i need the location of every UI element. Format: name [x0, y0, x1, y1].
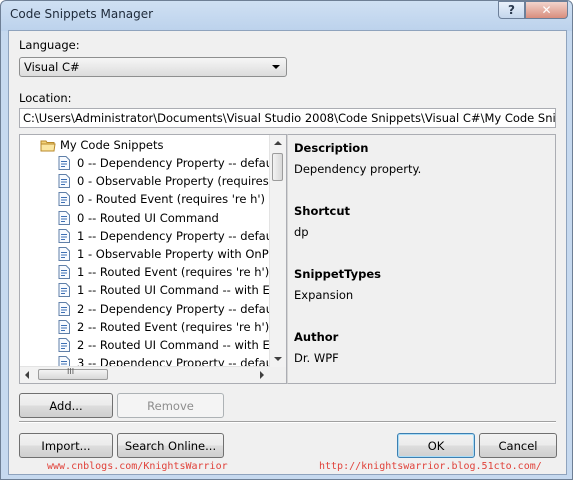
tree-item[interactable]: 0 - Observable Property (requires 'in: [58, 172, 286, 190]
remove-button[interactable]: Remove: [117, 393, 224, 418]
location-label: Location:: [19, 91, 72, 105]
description-value: Dependency property.: [294, 162, 422, 176]
watermark-right: http://knightswarrior.blog.51cto.com/: [319, 461, 542, 472]
snippet-file-icon: [58, 301, 71, 316]
tree-item-label: 2 -- Dependency Property -- default: [77, 301, 281, 316]
window-title: Code Snippets Manager: [10, 7, 154, 21]
tree-item[interactable]: 1 -- Routed Event (requires 're h') --: [58, 263, 281, 281]
tree-item[interactable]: 0 - Routed Event (requires 're h'): [58, 190, 265, 208]
search-online-button[interactable]: Search Online...: [117, 433, 224, 458]
tree-item-label: 1 - Observable Property with OnProp: [77, 247, 287, 261]
location-path: C:\Users\Administrator\Documents\Visual …: [23, 111, 556, 125]
tree-item-label: 0 - Observable Property (requires 'in: [77, 174, 286, 189]
snippet-file-icon: [58, 192, 71, 207]
shortcut-heading: Shortcut: [294, 204, 351, 218]
language-selected: Visual C#: [24, 60, 80, 74]
snippet-tree[interactable]: My Code Snippets 0 -- Dependency Propert…: [19, 134, 287, 384]
snippet-details-pane: Description Dependency property. Shortcu…: [287, 134, 556, 384]
snippet-types-value: Expansion: [294, 288, 354, 302]
tree-item-label: 1 -- Routed Event (requires 're h') --: [77, 265, 282, 280]
scroll-down-icon[interactable]: [274, 357, 282, 361]
tree-item[interactable]: 2 -- Routed UI Command -- with Exe: [58, 336, 283, 354]
snippet-file-icon: [58, 319, 71, 334]
watermark-left: www.cnblogs.com/KnightsWarrior: [47, 461, 228, 472]
close-icon: ✕: [541, 3, 552, 17]
scroll-left-icon[interactable]: [25, 371, 29, 379]
description-heading: Description: [294, 141, 369, 155]
tree-item[interactable]: 0 -- Dependency Property -- default: [58, 154, 281, 172]
tree-horizontal-scrollbar[interactable]: III: [20, 366, 270, 383]
tree-vertical-scrollbar[interactable]: [269, 135, 286, 367]
cancel-button[interactable]: Cancel: [479, 433, 557, 458]
help-icon: ?: [508, 3, 515, 17]
folder-icon: [40, 139, 56, 152]
vertical-scroll-thumb[interactable]: [272, 153, 283, 181]
scroll-grip: III: [67, 367, 75, 376]
snippet-file-icon: [58, 228, 71, 243]
tree-item-label: 2 -- Routed Event (requires 're h') --: [77, 319, 282, 334]
tree-item[interactable]: 1 - Observable Property with OnProp: [58, 245, 287, 263]
ok-button[interactable]: OK: [397, 433, 475, 458]
tree-folder-my-code-snippets[interactable]: My Code Snippets: [40, 136, 163, 154]
snippet-file-icon: [58, 265, 71, 280]
add-button[interactable]: Add...: [19, 393, 113, 418]
help-button[interactable]: ?: [498, 1, 525, 19]
tree-item[interactable]: 1 -- Dependency Property -- default: [58, 227, 281, 245]
chevron-down-icon: [272, 65, 280, 69]
code-snippets-manager-window: Code Snippets Manager ? ✕ Language: Visu…: [0, 0, 573, 480]
import-button[interactable]: Import...: [19, 433, 113, 458]
snippet-file-icon: [58, 283, 71, 298]
author-heading: Author: [294, 330, 339, 344]
tree-item-label: 1 -- Routed UI Command -- with Exe: [77, 283, 284, 298]
tree-item[interactable]: 0 -- Routed UI Command: [58, 209, 219, 227]
scrollbar-corner: [270, 367, 286, 383]
tree-folder-label: My Code Snippets: [60, 138, 164, 152]
language-dropdown[interactable]: Visual C#: [19, 57, 287, 77]
shortcut-value: dp: [294, 225, 309, 239]
divider: [19, 421, 556, 423]
dialog-body: Language: Visual C# Location: C:\Users\A…: [8, 30, 567, 475]
snippet-file-icon: [58, 156, 71, 170]
title-bar[interactable]: Code Snippets Manager ? ✕: [1, 1, 572, 29]
author-value: Dr. WPF: [294, 351, 339, 365]
tree-item[interactable]: 2 -- Routed Event (requires 're h') --: [58, 318, 281, 336]
tree-item-label: 0 -- Dependency Property -- default: [77, 156, 281, 170]
snippet-file-icon: [58, 174, 71, 189]
snippet-file-icon: [58, 338, 71, 352]
language-label: Language:: [19, 38, 80, 52]
tree-item[interactable]: 1 -- Routed UI Command -- with Exe: [58, 281, 283, 299]
tree-item-label: 2 -- Routed UI Command -- with Exe: [77, 338, 284, 352]
tree-item[interactable]: 2 -- Dependency Property -- default: [58, 300, 281, 318]
snippet-types-heading: SnippetTypes: [294, 267, 382, 281]
snippet-file-icon: [58, 210, 71, 225]
snippet-file-icon: [58, 247, 71, 261]
scroll-right-icon[interactable]: [260, 371, 264, 379]
tree-item-label: 0 - Routed Event (requires 're h'): [77, 192, 266, 207]
tree-item-label: 0 -- Routed UI Command: [77, 210, 219, 225]
close-button[interactable]: ✕: [525, 1, 568, 19]
scroll-up-icon[interactable]: [274, 141, 282, 145]
horizontal-scroll-thumb[interactable]: III: [38, 367, 108, 380]
tree-item-label: 1 -- Dependency Property -- default: [77, 228, 281, 243]
location-field[interactable]: C:\Users\Administrator\Documents\Visual …: [19, 108, 556, 128]
